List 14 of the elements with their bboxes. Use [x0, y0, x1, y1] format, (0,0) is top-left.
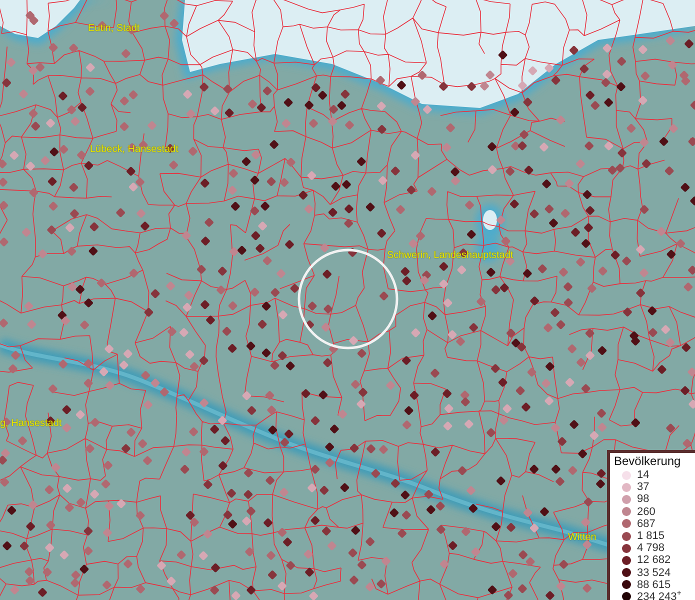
map-drawing[interactable]: [0, 0, 695, 600]
legend-label: 14: [637, 469, 650, 482]
legend-label: 12 682: [637, 554, 671, 566]
legend-label: 260: [637, 506, 656, 518]
legend-label: 1 815: [637, 530, 665, 542]
legend-label: 234 243$^{+}$: [637, 590, 682, 600]
legend-title: Bevölkerung: [614, 454, 682, 468]
place-label: Eutin, Stadt: [88, 23, 140, 35]
legend-label: 37: [637, 481, 650, 494]
legend-label: 33 524: [637, 566, 671, 579]
legend-label: 687: [637, 518, 656, 530]
legend-label: 88 615: [637, 578, 671, 591]
legend-label: 4 798: [637, 542, 665, 554]
legend-label: 98: [637, 493, 650, 506]
